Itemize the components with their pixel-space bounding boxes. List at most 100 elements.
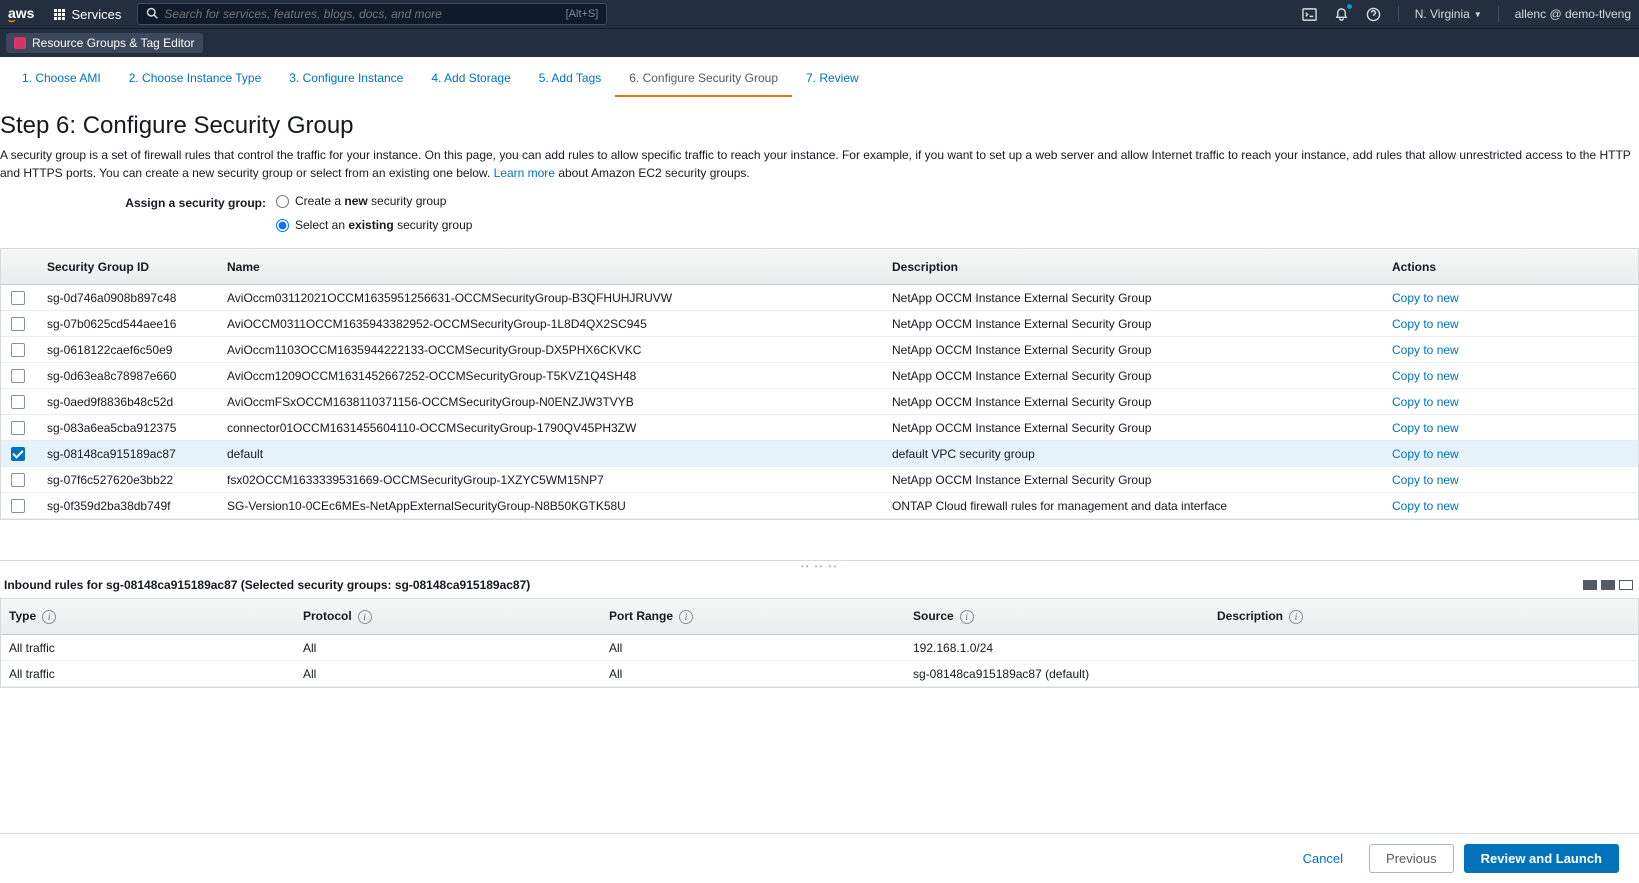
assign-label: Assign a security group: xyxy=(0,194,266,210)
sg-desc: NetApp OCCM Instance External Security G… xyxy=(892,395,1382,409)
aws-logo[interactable]: aws ⌣ xyxy=(8,5,34,23)
sg-header-id[interactable]: Security Group ID xyxy=(35,260,227,274)
copy-to-new-link[interactable]: Copy to new xyxy=(1392,473,1459,487)
sg-id: sg-083a6ea5cba912375 xyxy=(35,421,227,435)
sg-desc: NetApp OCCM Instance External Security G… xyxy=(892,291,1382,305)
info-icon[interactable]: i xyxy=(358,610,372,624)
page-title: Step 6: Configure Security Group xyxy=(0,112,1639,146)
region-selector[interactable]: N. Virginia ▼ xyxy=(1415,7,1482,21)
wizard-step-2[interactable]: 2. Choose Instance Type xyxy=(115,65,276,97)
rule-type: All traffic xyxy=(1,667,303,681)
rules-hdr-source[interactable]: Source xyxy=(913,609,954,623)
wizard-step-7[interactable]: 7. Review xyxy=(792,65,873,97)
help-icon[interactable] xyxy=(1366,6,1382,22)
copy-to-new-link[interactable]: Copy to new xyxy=(1392,369,1459,383)
radio-create-new[interactable]: Create a new security group xyxy=(276,194,472,208)
sg-header-desc[interactable]: Description xyxy=(892,260,1382,274)
copy-to-new-link[interactable]: Copy to new xyxy=(1392,395,1459,409)
sg-checkbox[interactable] xyxy=(11,421,25,435)
sg-name: default xyxy=(227,447,892,461)
radio-select-existing[interactable]: Select an existing security group xyxy=(276,218,472,232)
assign-security-group-row: Assign a security group: Create a new se… xyxy=(0,192,1639,248)
rule-protocol: All xyxy=(303,641,609,655)
sg-name: AviOccmFSxOCCM1638110371156-OCCMSecurity… xyxy=(227,395,892,409)
wizard-step-3[interactable]: 3. Configure Instance xyxy=(275,65,417,97)
info-icon[interactable]: i xyxy=(679,610,693,624)
sg-checkbox[interactable] xyxy=(11,499,25,513)
sg-row[interactable]: sg-07f6c527620e3bb22fsx02OCCM16333395316… xyxy=(1,467,1638,493)
sg-checkbox[interactable] xyxy=(11,317,25,331)
copy-to-new-link[interactable]: Copy to new xyxy=(1392,317,1459,331)
resource-groups-bar: Resource Groups & Tag Editor xyxy=(0,28,1639,57)
global-search[interactable]: [Alt+S] xyxy=(137,3,607,25)
view-mode-icons xyxy=(1583,580,1633,590)
view-icon-3[interactable] xyxy=(1619,580,1633,590)
sg-name: fsx02OCCM1633339531669-OCCMSecurityGroup… xyxy=(227,473,892,487)
services-menu[interactable]: Services xyxy=(46,3,129,26)
sg-row[interactable]: sg-08148ca915189ac87defaultdefault VPC s… xyxy=(1,441,1638,467)
sg-row[interactable]: sg-0f359d2ba38db749fSG-Version10-0CEc6ME… xyxy=(1,493,1638,519)
top-nav: aws ⌣ Services [Alt+S] N. Virginia ▼ all… xyxy=(0,0,1639,28)
sg-desc: NetApp OCCM Instance External Security G… xyxy=(892,421,1382,435)
learn-more-link[interactable]: Learn more xyxy=(494,166,555,180)
account-menu[interactable]: allenc @ demo-tlveng xyxy=(1515,7,1631,21)
sg-checkbox[interactable] xyxy=(11,395,25,409)
view-icon-1[interactable] xyxy=(1583,580,1597,590)
info-icon[interactable]: i xyxy=(1289,610,1303,624)
cloudshell-icon[interactable] xyxy=(1302,6,1318,22)
inbound-rules-title: Inbound rules for sg-08148ca915189ac87 (… xyxy=(4,578,530,592)
pane-resize-grip[interactable]: •• •• •• xyxy=(0,560,1639,572)
sg-checkbox[interactable] xyxy=(11,447,25,461)
radio-select-existing-input[interactable] xyxy=(276,219,289,232)
search-input[interactable] xyxy=(164,7,565,21)
sg-name: connector01OCCM1631455604110-OCCMSecurit… xyxy=(227,421,892,435)
grid-icon xyxy=(54,9,65,20)
sg-checkbox[interactable] xyxy=(11,473,25,487)
resource-groups-label: Resource Groups & Tag Editor xyxy=(32,36,195,50)
footer-bar: Cancel Previous Review and Launch xyxy=(0,833,1639,883)
sg-checkbox[interactable] xyxy=(11,369,25,383)
sg-row[interactable]: sg-0618122caef6c50e9AviOccm1103OCCM16359… xyxy=(1,337,1638,363)
sg-desc: ONTAP Cloud firewall rules for managemen… xyxy=(892,499,1382,513)
sg-desc: NetApp OCCM Instance External Security G… xyxy=(892,369,1382,383)
sg-name: AviOCCM0311OCCM1635943382952-OCCMSecurit… xyxy=(227,317,892,331)
copy-to-new-link[interactable]: Copy to new xyxy=(1392,291,1459,305)
security-groups-table: Security Group ID Name Description Actio… xyxy=(0,248,1639,520)
services-label: Services xyxy=(71,7,121,22)
notifications-icon[interactable] xyxy=(1334,6,1350,22)
sg-name: AviOccm03112021OCCM1635951256631-OCCMSec… xyxy=(227,291,892,305)
sg-id: sg-0618122caef6c50e9 xyxy=(35,343,227,357)
sg-checkbox[interactable] xyxy=(11,343,25,357)
resource-groups-chip[interactable]: Resource Groups & Tag Editor xyxy=(6,33,203,53)
copy-to-new-link[interactable]: Copy to new xyxy=(1392,447,1459,461)
rules-hdr-port[interactable]: Port Range xyxy=(609,609,673,623)
search-shortcut: [Alt+S] xyxy=(566,8,599,20)
info-icon[interactable]: i xyxy=(42,610,56,624)
copy-to-new-link[interactable]: Copy to new xyxy=(1392,343,1459,357)
rules-hdr-protocol[interactable]: Protocol xyxy=(303,609,352,623)
rules-hdr-type[interactable]: Type xyxy=(9,609,36,623)
sg-name: AviOccm1209OCCM1631452667252-OCCMSecurit… xyxy=(227,369,892,383)
sg-row[interactable]: sg-07b0625cd544aee16AviOCCM0311OCCM16359… xyxy=(1,311,1638,337)
copy-to-new-link[interactable]: Copy to new xyxy=(1392,421,1459,435)
radio-create-new-input[interactable] xyxy=(276,195,289,208)
sg-header-name[interactable]: Name xyxy=(227,260,892,274)
wizard-step-5[interactable]: 5. Add Tags xyxy=(525,65,616,97)
info-icon[interactable]: i xyxy=(960,610,974,624)
sg-row[interactable]: sg-083a6ea5cba912375connector01OCCM16314… xyxy=(1,415,1638,441)
wizard-step-4[interactable]: 4. Add Storage xyxy=(417,65,524,97)
sg-id: sg-0d63ea8c78987e660 xyxy=(35,369,227,383)
sg-id: sg-07b0625cd544aee16 xyxy=(35,317,227,331)
cancel-button[interactable]: Cancel xyxy=(1287,845,1359,872)
rules-hdr-desc[interactable]: Description xyxy=(1217,609,1283,623)
sg-row[interactable]: sg-0aed9f8836b48c52dAviOccmFSxOCCM163811… xyxy=(1,389,1638,415)
sg-checkbox[interactable] xyxy=(11,291,25,305)
sg-desc: NetApp OCCM Instance External Security G… xyxy=(892,473,1382,487)
review-launch-button[interactable]: Review and Launch xyxy=(1464,844,1619,873)
previous-button[interactable]: Previous xyxy=(1369,844,1454,873)
sg-row[interactable]: sg-0d746a0908b897c48AviOccm03112021OCCM1… xyxy=(1,285,1638,311)
wizard-step-1[interactable]: 1. Choose AMI xyxy=(8,65,115,97)
view-icon-2[interactable] xyxy=(1601,580,1615,590)
copy-to-new-link[interactable]: Copy to new xyxy=(1392,499,1459,513)
sg-row[interactable]: sg-0d63ea8c78987e660AviOccm1209OCCM16314… xyxy=(1,363,1638,389)
